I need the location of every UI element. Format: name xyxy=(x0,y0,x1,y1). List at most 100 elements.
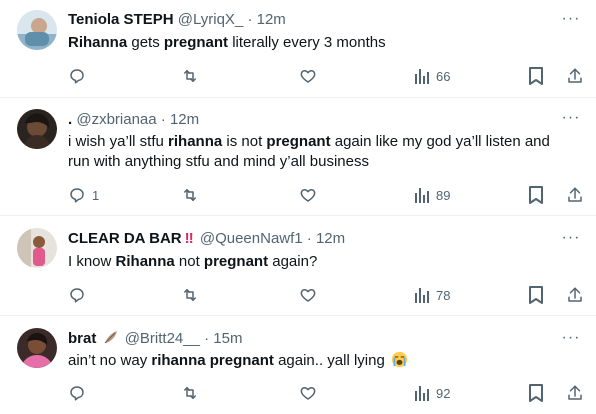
views-count: 89 xyxy=(436,187,451,203)
like-button[interactable] xyxy=(299,185,317,205)
reply-button[interactable]: 1 xyxy=(68,185,99,205)
retweet-button[interactable] xyxy=(180,383,200,403)
bookmark-button[interactable] xyxy=(528,285,544,305)
keyword: rihanna xyxy=(168,133,223,150)
views-button[interactable]: 66 xyxy=(414,66,450,86)
retweet-icon xyxy=(184,189,196,201)
views-count: 92 xyxy=(436,385,451,401)
share-icon xyxy=(568,287,582,302)
share-icon xyxy=(568,385,582,400)
text-segment: I know xyxy=(68,253,116,270)
bookmark-button[interactable] xyxy=(528,383,544,403)
display-name[interactable]: CLEAR DA BAR xyxy=(68,230,182,247)
retweet-icon xyxy=(184,387,196,399)
text-segment: i wish ya’ll stfu xyxy=(68,133,169,150)
views-button[interactable]: 89 xyxy=(414,185,450,205)
keyword: rihanna pregnant xyxy=(151,352,274,369)
retweet-button[interactable] xyxy=(180,285,200,305)
reply-button[interactable] xyxy=(68,285,86,305)
reply-icon xyxy=(70,188,84,203)
views-icon xyxy=(415,188,429,203)
tweet-text: I know Rihanna not pregnant again? xyxy=(68,252,568,272)
tweet[interactable]: Teniola STEPH @LyriqX_ · 12m ··· Rihanna… xyxy=(0,0,596,98)
timestamp[interactable]: 15m xyxy=(213,330,242,347)
avatar[interactable] xyxy=(17,109,57,149)
text-segment: not xyxy=(174,253,204,270)
feather-emoji-icon xyxy=(104,331,117,344)
views-button[interactable]: 92 xyxy=(414,383,450,403)
keyword: pregnant xyxy=(266,133,331,150)
bookmark-icon xyxy=(529,384,543,402)
tweet-actions: 78 xyxy=(0,285,596,305)
timestamp[interactable]: 12m xyxy=(170,111,199,128)
share-button[interactable] xyxy=(566,285,584,305)
text-segment: again.. yall lying xyxy=(273,352,385,369)
like-button[interactable] xyxy=(299,383,317,403)
loudly-crying-face-emoji-icon xyxy=(391,351,408,368)
reply-icon xyxy=(70,288,84,303)
like-button[interactable] xyxy=(299,285,317,305)
more-icon[interactable]: ··· xyxy=(561,330,581,351)
views-count: 66 xyxy=(436,68,451,84)
text-segment: is not xyxy=(222,133,267,150)
share-button[interactable] xyxy=(566,185,584,205)
bookmark-icon xyxy=(529,286,543,304)
tweet-text: i wish ya’ll stfu rihanna is not pregnan… xyxy=(68,132,573,172)
user-handle[interactable]: @LyriqX_ xyxy=(178,11,244,28)
bookmark-icon xyxy=(529,186,543,204)
tweet-header: Teniola STEPH @LyriqX_ · 12m xyxy=(68,10,286,30)
avatar[interactable] xyxy=(17,328,57,368)
more-icon[interactable]: ··· xyxy=(561,110,581,131)
double-exclamation-emoji: ‼ xyxy=(184,230,194,247)
separator: · xyxy=(204,330,210,347)
tweet[interactable]: . @zxbrianaa · 12m ··· i wish ya’ll stfu… xyxy=(0,98,596,216)
timestamp[interactable]: 12m xyxy=(257,11,286,28)
views-icon xyxy=(415,288,429,303)
reply-button[interactable] xyxy=(68,383,86,403)
display-name[interactable]: Teniola STEPH xyxy=(68,11,174,28)
share-button[interactable] xyxy=(566,383,584,403)
like-icon xyxy=(300,70,316,83)
display-name[interactable]: brat xyxy=(68,330,96,347)
views-icon xyxy=(415,386,429,401)
user-handle[interactable]: @QueenNawf1 xyxy=(200,230,303,247)
tweet[interactable]: CLEAR DA BAR ‼ @QueenNawf1 · 12m ··· I kn… xyxy=(0,216,596,316)
views-icon xyxy=(415,69,429,84)
reply-icon xyxy=(70,386,84,401)
keyword: pregnant xyxy=(163,34,229,51)
user-handle[interactable]: @Britt24__ xyxy=(125,330,200,347)
text-segment: ain’t no way xyxy=(68,352,152,369)
tweet-feed: Teniola STEPH @LyriqX_ · 12m ··· Rihanna… xyxy=(0,0,596,414)
like-button[interactable] xyxy=(299,66,317,86)
views-count: 78 xyxy=(436,287,451,303)
retweet-button[interactable] xyxy=(180,66,200,86)
tweet[interactable]: brat @Britt24__ · 15m ··· ain’t no way r… xyxy=(0,316,596,414)
display-name[interactable]: . xyxy=(68,111,72,128)
tweet-text: Rihanna gets pregnant literally every 3 … xyxy=(68,33,568,53)
tweet-header: brat @Britt24__ · 15m xyxy=(68,329,242,349)
tweet-header: CLEAR DA BAR ‼ @QueenNawf1 · 12m xyxy=(68,229,345,249)
views-button[interactable]: 78 xyxy=(414,285,450,305)
tweet-text: ain’t no way rihanna pregnant again.. ya… xyxy=(68,351,568,371)
share-button[interactable] xyxy=(566,66,584,86)
keyword: Rihanna xyxy=(115,253,175,270)
user-handle[interactable]: @zxbrianaa xyxy=(76,111,156,128)
avatar[interactable] xyxy=(17,10,57,50)
timestamp[interactable]: 12m xyxy=(316,230,345,247)
more-icon[interactable]: ··· xyxy=(561,230,581,251)
keyword: pregnant xyxy=(203,253,269,270)
bookmark-button[interactable] xyxy=(528,185,544,205)
more-icon[interactable]: ··· xyxy=(561,11,581,32)
separator: · xyxy=(306,230,312,247)
like-icon xyxy=(300,189,316,202)
avatar[interactable] xyxy=(17,228,57,268)
tweet-header: . @zxbrianaa · 12m xyxy=(68,110,199,130)
reply-icon xyxy=(70,69,84,84)
reply-button[interactable] xyxy=(68,66,86,86)
share-icon xyxy=(568,187,582,202)
text-segment: again? xyxy=(268,253,318,270)
retweet-icon xyxy=(184,289,196,301)
retweet-button[interactable] xyxy=(180,185,200,205)
text-segment: literally every 3 months xyxy=(228,34,386,51)
bookmark-button[interactable] xyxy=(528,66,544,86)
